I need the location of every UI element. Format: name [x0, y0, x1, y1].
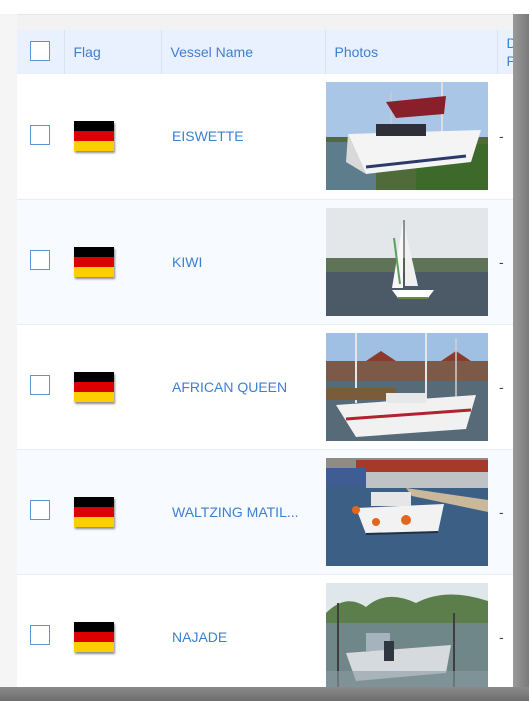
- column-header-vessel-name[interactable]: Vessel Name: [161, 30, 326, 74]
- table-row: NAJADE -: [17, 574, 513, 687]
- left-margin: [0, 14, 17, 687]
- vessel-photo[interactable]: [326, 332, 488, 441]
- destination-port-value: -: [499, 628, 504, 645]
- bottom-frame-shadow: [0, 687, 529, 701]
- row-checkbox[interactable]: [30, 625, 50, 645]
- vessel-photo[interactable]: [326, 582, 488, 688]
- destination-port-value: -: [499, 378, 504, 395]
- vessel-name-link[interactable]: KIWI: [161, 199, 325, 324]
- row-select-cell: [17, 199, 64, 324]
- vessel-photo[interactable]: [326, 207, 488, 316]
- vessel-name-link[interactable]: NAJADE: [161, 574, 325, 687]
- row-checkbox[interactable]: [30, 375, 50, 395]
- column-header-destination-port[interactable]: Dest Port: [497, 30, 514, 74]
- table-row: KIWI -: [17, 199, 513, 324]
- flag-cell: [64, 574, 161, 687]
- row-checkbox[interactable]: [30, 124, 50, 145]
- flag-cell: [64, 74, 161, 199]
- photo-cell: [325, 199, 497, 324]
- photo-cell: [325, 574, 497, 687]
- row-select-cell: [17, 74, 64, 199]
- germany-flag-icon: [74, 246, 114, 277]
- destination-port-value: -: [499, 503, 504, 520]
- photo-cell: [325, 74, 497, 199]
- top-bar: [0, 0, 529, 15]
- column-header-flag[interactable]: Flag: [64, 30, 162, 74]
- vessel-name-link[interactable]: EISWETTE: [161, 74, 325, 199]
- vessel-table: Flag Vessel Name Photos Dest Port EISWET…: [17, 30, 513, 687]
- table-row: EISWETTE -: [17, 74, 513, 199]
- table-header-row: Flag Vessel Name Photos Dest Port: [17, 30, 513, 74]
- germany-flag-icon: [74, 121, 114, 152]
- flag-cell: [64, 199, 161, 324]
- flag-cell: [64, 449, 161, 574]
- row-checkbox[interactable]: [30, 500, 50, 520]
- row-select-cell: [17, 449, 64, 574]
- destination-port-value: -: [499, 253, 504, 270]
- flag-cell: [64, 324, 161, 449]
- row-checkbox[interactable]: [30, 250, 50, 270]
- table-row: AFRICAN QUEEN -: [17, 324, 513, 449]
- germany-flag-icon: [74, 496, 114, 527]
- photo-cell: [325, 449, 497, 574]
- photo-cell: [325, 324, 497, 449]
- row-select-cell: [17, 324, 64, 449]
- column-header-photos[interactable]: Photos: [325, 30, 498, 74]
- destination-port-value: -: [499, 128, 504, 145]
- select-all-checkbox[interactable]: [30, 40, 50, 61]
- table-row: WALTZING MATIL... -: [17, 449, 513, 574]
- vessel-table-panel: Flag Vessel Name Photos Dest Port EISWET…: [17, 30, 513, 687]
- select-all-header: [17, 30, 65, 74]
- vessel-photo[interactable]: [326, 82, 488, 191]
- vessel-name-link[interactable]: WALTZING MATIL...: [161, 449, 325, 574]
- germany-flag-icon: [74, 621, 114, 652]
- germany-flag-icon: [74, 371, 114, 402]
- right-frame-shadow: [513, 14, 529, 701]
- vessel-name-link[interactable]: AFRICAN QUEEN: [161, 324, 325, 449]
- row-select-cell: [17, 574, 64, 687]
- vessel-photo[interactable]: [326, 457, 488, 566]
